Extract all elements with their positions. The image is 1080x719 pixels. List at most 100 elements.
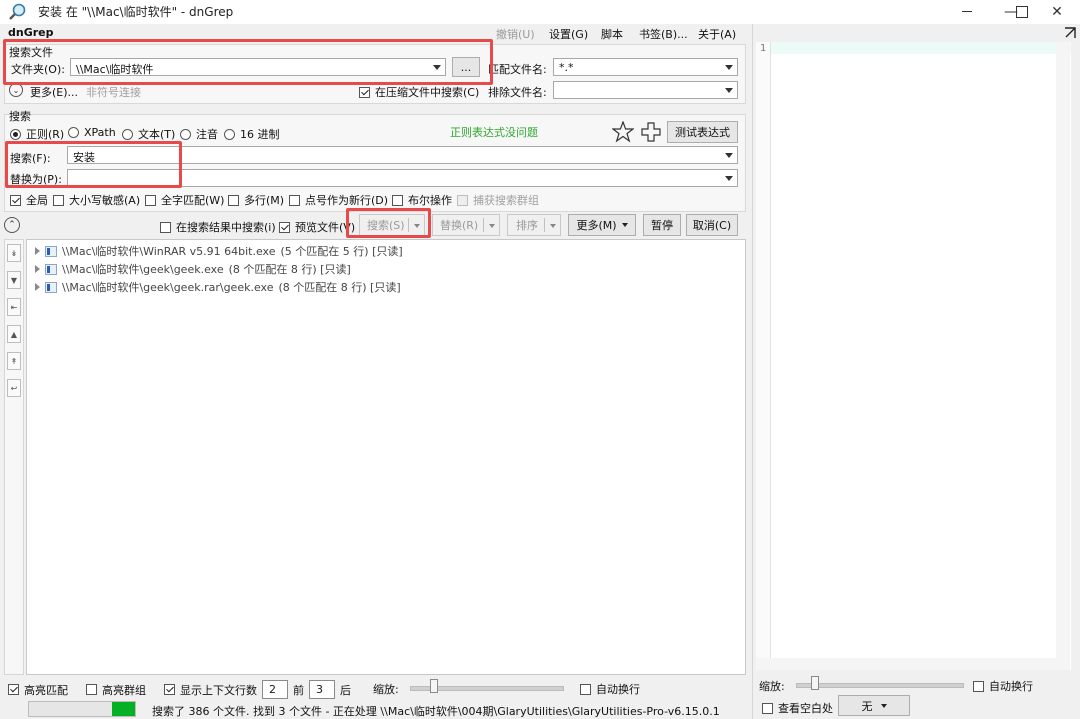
- preview-word-wrap-option[interactable]: 自动换行: [973, 678, 1033, 694]
- expand-row-icon[interactable]: [35, 247, 40, 255]
- browse-button[interactable]: ...: [452, 57, 480, 77]
- highlight-match-checkbox[interactable]: [8, 684, 19, 695]
- expand-all-icon[interactable]: ↡: [7, 244, 21, 262]
- chevron-down-icon[interactable]: [489, 224, 495, 228]
- option-multiline-checkbox[interactable]: [228, 194, 239, 206]
- pop-out-icon[interactable]: [1064, 27, 1076, 39]
- undo-arrow-icon[interactable]: ↩: [7, 379, 21, 397]
- pause-button[interactable]: 暂停: [643, 214, 681, 236]
- collapse-up-icon[interactable]: ⌃: [4, 217, 20, 233]
- word-wrap-checkbox[interactable]: [580, 683, 591, 695]
- result-row[interactable]: \\Mac\临时软件\geek\geek.rar\geek.exe (8 个匹配…: [35, 279, 401, 295]
- menu-bookmarks[interactable]: 书签(B)...: [639, 26, 688, 42]
- file-icon: [45, 281, 57, 293]
- match-files-combobox[interactable]: *.*: [553, 58, 738, 76]
- chevron-down-icon[interactable]: [550, 224, 556, 228]
- syntax-value: 无: [861, 699, 873, 713]
- option-whole-word[interactable]: 全字匹配(W): [145, 192, 224, 208]
- title-bar: 安装 在 "\\Mac\临时软件" - dnGrep — ✕: [0, 0, 1080, 24]
- more-options-link[interactable]: 更多(E)...: [30, 84, 78, 100]
- star-bookmark-icon[interactable]: [612, 121, 634, 143]
- next-match-icon[interactable]: ▼: [7, 271, 21, 289]
- context-after-input[interactable]: 3: [309, 680, 335, 699]
- preview-zoom-track[interactable]: [796, 683, 964, 688]
- close-button[interactable]: ✕: [1034, 0, 1080, 24]
- search-in-results-option[interactable]: 在搜索结果中搜索(i): [160, 219, 276, 235]
- file-icon: [45, 245, 57, 257]
- mode-regex-radio[interactable]: [10, 128, 21, 140]
- result-info: (8 个匹配在 8 行) [只读]: [228, 263, 351, 276]
- replace-with-combobox[interactable]: [67, 169, 738, 187]
- menu-script[interactable]: 脚本: [601, 26, 623, 42]
- next-file-icon[interactable]: ⇤: [7, 298, 21, 316]
- search-group-label: 搜索: [9, 110, 31, 123]
- search-for-combobox[interactable]: 安装: [67, 146, 738, 164]
- replace-button[interactable]: 替换(R): [432, 214, 500, 236]
- highlight-group-checkbox[interactable]: [86, 684, 97, 695]
- more-button[interactable]: 更多(M): [568, 214, 636, 236]
- menu-settings[interactable]: 设置(G): [549, 26, 588, 42]
- add-bookmark-icon[interactable]: [640, 121, 662, 143]
- zoom-slider-thumb[interactable]: [430, 679, 438, 693]
- line-number: 1: [760, 43, 767, 54]
- result-row[interactable]: \\Mac\临时软件\geek\geek.exe (8 个匹配在 8 行) [只…: [35, 261, 351, 277]
- search-button[interactable]: 搜索(S): [359, 214, 425, 236]
- archive-search-option[interactable]: 在压缩文件中搜索(C): [359, 84, 479, 100]
- preview-file-option[interactable]: 预览文件(V): [279, 219, 355, 235]
- chevron-down-icon: [725, 176, 733, 181]
- preview-zoom-thumb[interactable]: [811, 676, 819, 690]
- mode-text-radio[interactable]: [122, 128, 133, 140]
- test-regex-button[interactable]: 测试表达式: [667, 121, 738, 143]
- archive-search-checkbox[interactable]: [359, 86, 370, 98]
- exclude-files-combobox[interactable]: [553, 81, 738, 99]
- syntax-dropdown[interactable]: 无: [838, 695, 910, 716]
- expand-row-icon[interactable]: [35, 283, 40, 291]
- show-context-checkbox[interactable]: [164, 684, 175, 695]
- preview-word-wrap-checkbox[interactable]: [973, 680, 984, 692]
- expand-row-icon[interactable]: [35, 265, 40, 273]
- mode-phonetic[interactable]: 注音: [180, 126, 218, 142]
- show-whitespace-option[interactable]: 查看空白处: [762, 700, 833, 716]
- mode-phonetic-radio[interactable]: [180, 128, 191, 140]
- preview-editor[interactable]: [770, 42, 1071, 670]
- menu-about[interactable]: 关于(A): [698, 26, 736, 42]
- mode-hex[interactable]: 16 进制: [224, 126, 280, 142]
- expand-more-icon[interactable]: ⌄: [9, 83, 23, 97]
- sort-button[interactable]: 排序: [507, 214, 561, 236]
- preview-file-label: 预览文件(V): [295, 221, 356, 234]
- word-wrap-label: 自动换行: [596, 683, 640, 696]
- status-text: 搜索了 386 个文件. 找到 3 个文件 - 正在处理 \\Mac\临时软件\…: [152, 705, 720, 718]
- mode-hex-radio[interactable]: [224, 128, 235, 140]
- option-dot-newline[interactable]: 点号作为新行(D): [289, 192, 388, 208]
- search-in-results-label: 在搜索结果中搜索(i): [176, 221, 276, 234]
- minimize-icon: [962, 11, 972, 12]
- mode-regex[interactable]: 正则(R): [10, 126, 64, 142]
- vertical-scrollbar[interactable]: [1056, 42, 1070, 670]
- folder-combobox[interactable]: \\Mac\临时软件: [70, 58, 446, 76]
- previous-match-icon[interactable]: ▲: [7, 325, 21, 343]
- horizontal-scrollbar[interactable]: [756, 658, 1056, 670]
- mode-text[interactable]: 文本(T): [122, 126, 175, 142]
- search-in-results-checkbox[interactable]: [160, 221, 171, 233]
- collapse-all-icon[interactable]: ↟: [7, 352, 21, 370]
- result-row[interactable]: \\Mac\临时软件\WinRAR v5.91 64bit.exe (5 个匹配…: [35, 243, 403, 259]
- option-boolean-checkbox[interactable]: [392, 194, 403, 206]
- option-whole-word-checkbox[interactable]: [145, 194, 156, 206]
- context-before-input[interactable]: 2: [262, 680, 288, 699]
- chevron-down-icon[interactable]: [414, 224, 420, 228]
- option-global-checkbox[interactable]: [10, 194, 21, 206]
- mode-xpath-radio[interactable]: [68, 127, 79, 138]
- option-dot-newline-checkbox[interactable]: [289, 194, 300, 206]
- option-global[interactable]: 全局: [10, 192, 48, 208]
- menu-undo[interactable]: 撤销(U): [496, 26, 535, 42]
- word-wrap-option[interactable]: 自动换行: [580, 681, 640, 697]
- option-multiline[interactable]: 多行(M): [228, 192, 284, 208]
- cancel-button[interactable]: 取消(C): [686, 214, 738, 236]
- preview-file-checkbox[interactable]: [279, 221, 290, 233]
- option-case-sensitive[interactable]: 大小写敏感(A): [53, 192, 140, 208]
- mode-xpath[interactable]: XPath: [68, 126, 116, 139]
- option-case-sensitive-checkbox[interactable]: [53, 194, 64, 206]
- show-whitespace-checkbox[interactable]: [762, 702, 773, 714]
- results-tree[interactable]: \\Mac\临时软件\WinRAR v5.91 64bit.exe (5 个匹配…: [26, 239, 746, 675]
- option-boolean[interactable]: 布尔操作: [392, 192, 452, 208]
